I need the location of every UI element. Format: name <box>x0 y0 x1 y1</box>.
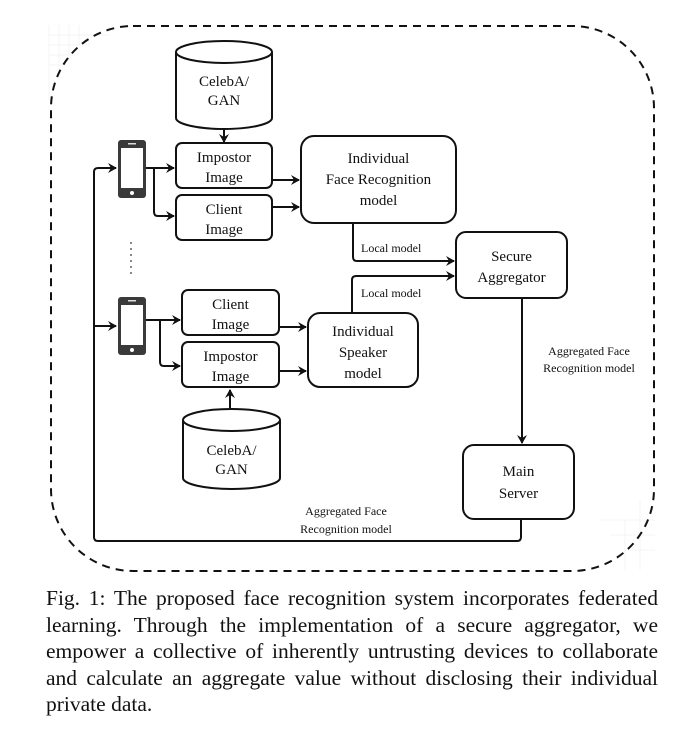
database-bottom-label-2: GAN <box>215 462 248 478</box>
figure-caption: Fig. 1: The proposed face recognition sy… <box>46 586 658 716</box>
client-bottom-label-2: Image <box>212 317 250 333</box>
client-bottom-label-1: Client <box>212 297 249 313</box>
aggregated-label-bottom-1: Aggregated Face <box>305 504 387 518</box>
aggregator-label-1: Secure <box>491 249 532 265</box>
impostor-bottom-label-1: Impostor <box>203 349 257 365</box>
speaker-model-label-3: model <box>344 366 382 382</box>
face-model-label-3: model <box>360 193 398 209</box>
speaker-model-label-1: Individual <box>332 324 394 340</box>
client-image-top: Client Image <box>175 194 273 241</box>
aggregated-label-right-1: Aggregated Face <box>548 344 630 358</box>
main-server-label-1: Main <box>503 464 535 480</box>
local-model-label-top: Local model <box>361 241 422 255</box>
database-top: CelebA/ GAN <box>175 40 273 130</box>
secure-aggregator: Secure Aggregator <box>455 231 568 299</box>
phone-icon <box>118 140 146 198</box>
client-image-bottom: Client Image <box>181 289 280 336</box>
face-recognition-model: Individual Face Recognition model <box>300 135 457 224</box>
edge-phone1-to-client <box>153 168 175 221</box>
speaker-model: Individual Speaker model <box>307 312 419 388</box>
database-bottom: CelebA/ GAN <box>182 408 281 490</box>
speaker-model-label-2: Speaker <box>339 345 387 361</box>
aggregator-label-2: Aggregator <box>477 270 545 286</box>
edge-phone2-to-impostor <box>159 320 181 371</box>
federated-learning-diagram: CelebA/ GAN Impostor Image Client Image <box>48 25 655 572</box>
aggregated-label-right-2: Recognition model <box>543 361 635 375</box>
phone-icon <box>118 297 146 355</box>
face-model-label-1: Individual <box>348 151 410 167</box>
impostor-top-label-2: Image <box>205 170 243 186</box>
face-model-label-2: Face Recognition <box>326 172 432 188</box>
aggregated-label-bottom-2: Recognition model <box>300 522 392 536</box>
database-top-label-2: GAN <box>208 93 241 109</box>
local-model-label-bottom: Local model <box>361 286 422 300</box>
database-bottom-label-1: CelebA/ <box>207 443 258 459</box>
client-top-label-2: Image <box>205 222 243 238</box>
impostor-top-label-1: Impostor <box>197 150 251 166</box>
database-top-label-1: CelebA/ <box>199 74 250 90</box>
client-top-label-1: Client <box>206 202 243 218</box>
main-server-label-2: Server <box>499 486 538 502</box>
main-server: Main Server <box>462 444 575 520</box>
impostor-image-top: Impostor Image <box>175 142 273 189</box>
vertical-dots-icon <box>130 242 132 274</box>
impostor-image-bottom: Impostor Image <box>181 341 280 388</box>
impostor-bottom-label-2: Image <box>212 369 250 385</box>
